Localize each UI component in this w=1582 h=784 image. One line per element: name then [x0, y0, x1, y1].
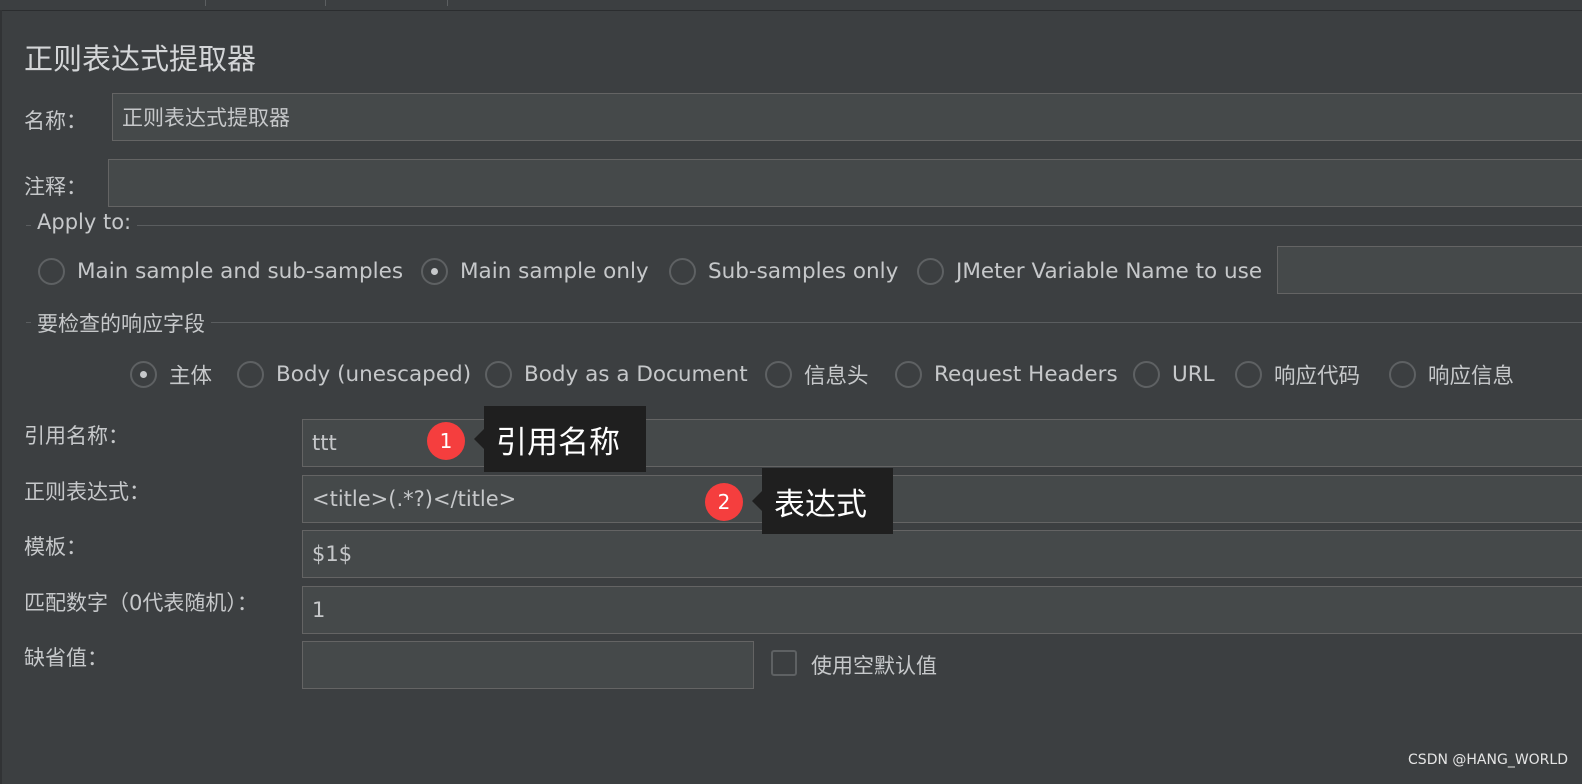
comment-input[interactable] — [108, 159, 1582, 207]
radio-button[interactable] — [917, 257, 944, 285]
watermark: CSDN @HANG_WORLD — [1408, 752, 1568, 768]
radio-body-as-document[interactable]: Body as a Document — [485, 358, 748, 390]
panel-title: 正则表达式提取器 — [24, 42, 257, 76]
radio-sub-samples-only[interactable]: Sub-samples only — [669, 255, 898, 287]
annotation-badge-2: 2 — [705, 483, 743, 521]
regex-label: 正则表达式： — [24, 480, 150, 504]
use-empty-default-label: 使用空默认值 — [811, 654, 937, 678]
radio-label: Main sample and sub-samples — [77, 258, 404, 284]
radio-response-code[interactable]: 响应代码 — [1235, 358, 1360, 390]
radio-headers[interactable]: 信息头 — [765, 358, 869, 390]
radio-button[interactable] — [38, 257, 65, 285]
comment-label: 注释： — [24, 175, 87, 199]
radio-label: Main sample only — [460, 258, 649, 284]
jmeter-variable-input[interactable] — [1277, 246, 1582, 294]
template-label: 模板： — [24, 535, 87, 559]
radio-label: 响应代码 — [1274, 363, 1361, 389]
radio-button[interactable] — [237, 360, 264, 388]
regex-input[interactable]: <title>(.*?)</title> — [302, 475, 1582, 523]
radio-label: Body as a Document — [524, 361, 748, 387]
radio-button[interactable] — [485, 360, 512, 388]
panel-left-border — [0, 10, 2, 784]
radio-button[interactable] — [1133, 360, 1160, 388]
radio-button[interactable] — [1235, 360, 1262, 388]
match-no-label: 匹配数字（0代表随机）： — [24, 591, 258, 615]
radio-body-unescaped[interactable]: Body (unescaped) — [237, 358, 471, 390]
name-label: 名称： — [24, 109, 87, 133]
top-tab-strip — [0, 0, 1582, 11]
match-no-input[interactable]: 1 — [302, 586, 1582, 634]
apply-to-border — [26, 225, 1582, 226]
radio-main-sample-only[interactable]: Main sample only — [421, 255, 649, 287]
response-field-title: 要检查的响应字段 — [31, 308, 211, 338]
tab-divider — [325, 0, 326, 6]
annotation-callout-2: 表达式 — [752, 468, 893, 534]
apply-to-title: Apply to: — [31, 210, 138, 234]
radio-body[interactable]: 主体 — [130, 358, 212, 390]
radio-jmeter-variable[interactable]: JMeter Variable Name to use — [917, 255, 1262, 287]
radio-button-selected[interactable] — [130, 360, 157, 388]
response-field-border — [26, 322, 1582, 323]
radio-label: Request Headers — [934, 361, 1118, 387]
radio-button[interactable] — [669, 257, 696, 285]
radio-label: Sub-samples only — [708, 258, 899, 284]
radio-main-and-sub-samples[interactable]: Main sample and sub-samples — [38, 255, 403, 287]
default-value-input[interactable] — [302, 641, 754, 689]
radio-label: 信息头 — [804, 363, 869, 389]
radio-request-headers[interactable]: Request Headers — [895, 358, 1118, 390]
radio-button-selected[interactable] — [421, 257, 448, 285]
radio-response-message[interactable]: 响应信息 — [1389, 358, 1514, 390]
radio-button[interactable] — [895, 360, 922, 388]
annotation-badge-1: 1 — [427, 422, 465, 460]
radio-button[interactable] — [1389, 360, 1416, 388]
radio-button[interactable] — [765, 360, 792, 388]
ref-name-label: 引用名称： — [24, 424, 129, 448]
tab-divider — [205, 0, 206, 6]
radio-label: 主体 — [169, 363, 213, 389]
use-empty-default-checkbox[interactable] — [771, 650, 797, 676]
radio-label: 响应信息 — [1428, 363, 1515, 389]
default-value-label: 缺省值： — [24, 646, 108, 670]
name-input[interactable]: 正则表达式提取器 — [112, 93, 1582, 141]
radio-label: Body (unescaped) — [276, 361, 472, 387]
radio-url[interactable]: URL — [1133, 358, 1215, 390]
annotation-callout-1: 引用名称 — [474, 406, 646, 472]
template-input[interactable]: $1$ — [302, 530, 1582, 578]
radio-label: JMeter Variable Name to use — [956, 258, 1263, 284]
tab-divider — [447, 0, 448, 6]
radio-label: URL — [1172, 361, 1215, 387]
